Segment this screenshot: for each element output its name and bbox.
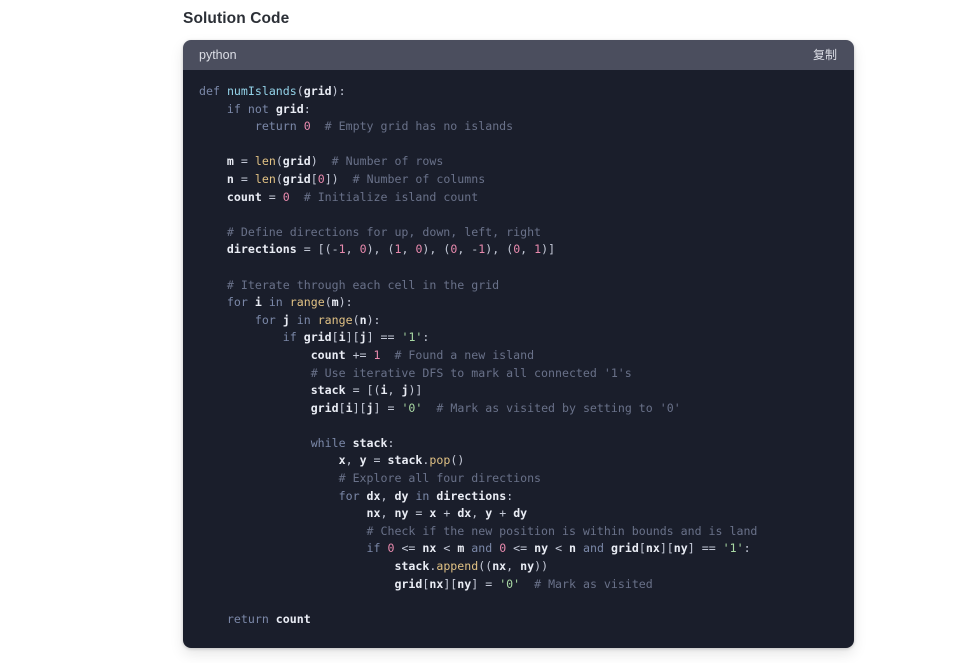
copy-code-button[interactable]: 复制 [811, 47, 839, 63]
page-root: Solution Code python 复制 def numIslands(g… [0, 0, 960, 663]
code-language-label: python [199, 47, 237, 62]
code-block-body: def numIslands(grid): if not grid: retur… [183, 70, 854, 649]
code-block: python 复制 def numIslands(grid): if not g… [183, 40, 854, 649]
code-block-header: python 复制 [183, 40, 854, 70]
page-title: Solution Code [183, 10, 290, 27]
code-content[interactable]: def numIslands(grid): if not grid: retur… [183, 83, 854, 628]
